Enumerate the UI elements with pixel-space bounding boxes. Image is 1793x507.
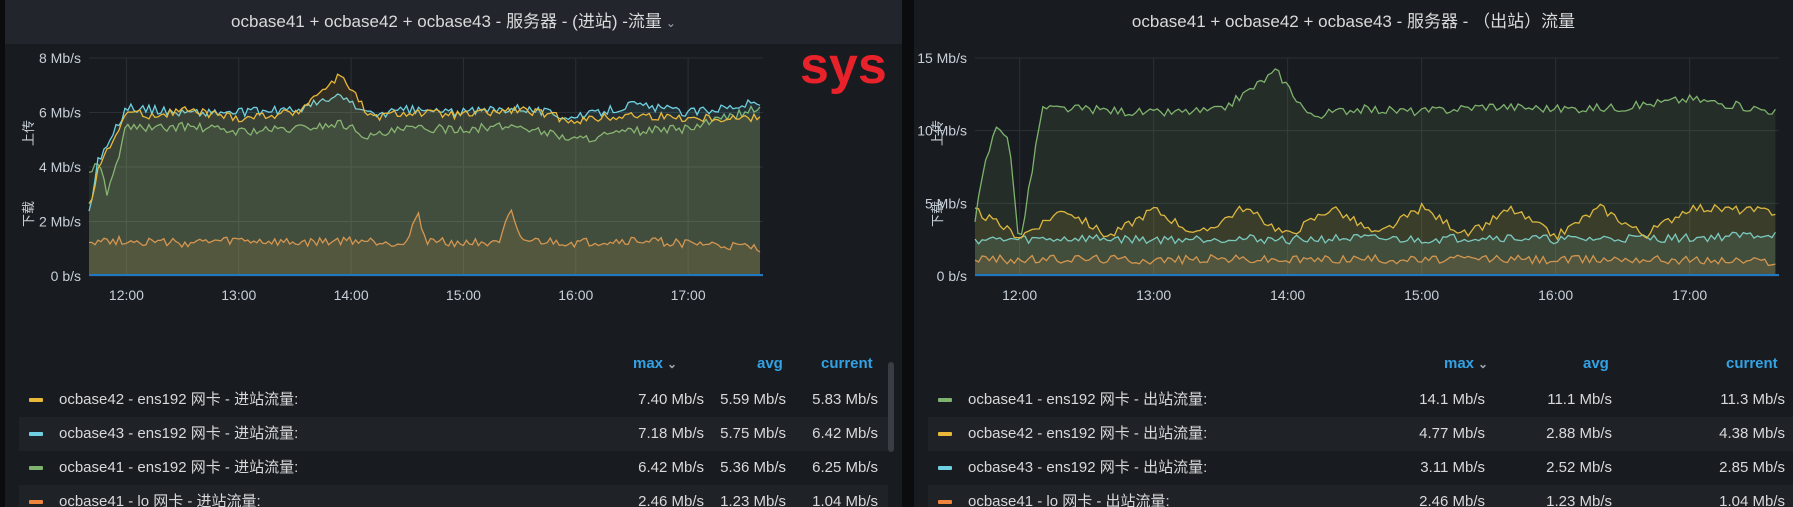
inbound-traffic-chart[interactable]: 0 b/s 2 Mb/s 4 Mb/s 6 Mb/s 8 Mb/s 12:00 13:00 1… xyxy=(5,44,902,384)
legend-row[interactable]: ocbase42 - ens192 网卡 - 出站流量: 4.77 Mb/s 2.8… xyxy=(928,417,1793,451)
panel-title[interactable]: ocbase41 + ocbase42 + ocbase43 - 服务器 - （… xyxy=(1132,12,1575,31)
y-axis-lower-label: 下载 xyxy=(930,201,945,227)
legend-row[interactable]: ocbase41 - lo 网卡 - 进站流量: 2.46 Mb/s 1.23 Mb… xyxy=(19,485,888,507)
series-name[interactable]: ocbase42 - ens192 网卡 - 出站流量: xyxy=(968,417,1207,451)
series-avg-value: 11.1 Mb/s xyxy=(1547,391,1612,408)
series-color-swatch[interactable] xyxy=(938,432,952,436)
y-tick-label: 4 Mb/s xyxy=(39,159,81,175)
x-tick-label: 16:00 xyxy=(558,287,593,303)
legend-header-current[interactable]: current xyxy=(821,355,873,377)
x-tick-label: 13:00 xyxy=(1136,287,1171,303)
legend-header-max[interactable]: max ⌄ xyxy=(633,355,677,377)
series-max-value: 4.77 Mb/s xyxy=(1419,425,1485,442)
x-tick-label: 14:00 xyxy=(334,287,369,303)
y-tick-label: 8 Mb/s xyxy=(39,50,81,66)
legend-row[interactable]: ocbase43 - ens192 网卡 - 进站流量: 7.18 Mb/s 5.7… xyxy=(19,417,888,451)
series-color-swatch[interactable] xyxy=(29,466,43,470)
series-max-value: 2.46 Mb/s xyxy=(1419,493,1485,507)
outbound-traffic-chart[interactable]: 0 b/s5 Mb/s10 Mb/s15 Mb/s12:00 13:00 14:00… xyxy=(914,44,1793,384)
inbound-traffic-panel: ocbase41 + ocbase42 + ocbase43 - 服务器 - (… xyxy=(5,0,902,507)
y-tick-label: 0 b/s xyxy=(51,268,81,284)
series-color-swatch[interactable] xyxy=(938,398,952,402)
series-avg-value: 5.75 Mb/s xyxy=(720,425,786,442)
series-current-value: 1.04 Mb/s xyxy=(1719,493,1785,507)
x-tick-label: 14:00 xyxy=(1270,287,1305,303)
series-name[interactable]: ocbase41 - ens192 网卡 - 出站流量: xyxy=(968,383,1207,417)
legend-row[interactable]: ocbase41 - lo 网卡 - 出站流量: 2.46 Mb/s 1.23 Mb… xyxy=(928,485,1793,507)
series-color-swatch[interactable] xyxy=(938,500,952,504)
sort-desc-icon[interactable]: ⌄ xyxy=(1478,357,1488,371)
y-axis-lower-label: 下载 xyxy=(21,201,36,227)
series-current-value: 2.85 Mb/s xyxy=(1719,459,1785,476)
x-tick-label: 17:00 xyxy=(671,287,706,303)
series-max-value: 3.11 Mb/s xyxy=(1420,459,1485,476)
y-tick-label: 0 b/s xyxy=(937,268,967,284)
series-area-fill xyxy=(89,74,760,276)
x-tick-label: 12:00 xyxy=(1002,287,1037,303)
series-name[interactable]: ocbase43 - ens192 网卡 - 出站流量: xyxy=(968,451,1207,485)
series-avg-value: 1.23 Mb/s xyxy=(720,493,786,507)
series-color-swatch[interactable] xyxy=(29,432,43,436)
sort-desc-icon[interactable]: ⌄ xyxy=(667,357,677,371)
series-avg-value: 5.59 Mb/s xyxy=(720,391,786,408)
x-tick-label: 12:00 xyxy=(109,287,144,303)
x-tick-label: 15:00 xyxy=(446,287,481,303)
series-current-value: 6.42 Mb/s xyxy=(812,425,878,442)
outbound-traffic-panel: ocbase41 + ocbase42 + ocbase43 - 服务器 - （… xyxy=(914,0,1793,507)
series-max-value: 7.40 Mb/s xyxy=(638,391,704,408)
panel-title[interactable]: ocbase41 + ocbase42 + ocbase43 - 服务器 - (… xyxy=(231,12,662,31)
series-current-value: 5.83 Mb/s xyxy=(812,391,878,408)
y-axis-upper-label: 上传 xyxy=(21,120,36,146)
x-tick-label: 17:00 xyxy=(1672,287,1707,303)
series-avg-value: 5.36 Mb/s xyxy=(720,459,786,476)
panel-title-header[interactable]: ocbase41 + ocbase42 + ocbase43 - 服务器 - (… xyxy=(5,0,902,44)
legend-row[interactable]: ocbase42 - ens192 网卡 - 进站流量: 7.40 Mb/s 5.5… xyxy=(19,383,888,417)
series-avg-value: 2.52 Mb/s xyxy=(1546,459,1612,476)
series-current-value: 6.25 Mb/s xyxy=(812,459,878,476)
legend-row[interactable]: ocbase41 - ens192 网卡 - 进站流量: 6.42 Mb/s 5.3… xyxy=(19,451,888,485)
panel-divider xyxy=(902,0,914,507)
series-current-value: 4.38 Mb/s xyxy=(1719,425,1785,442)
series-avg-value: 1.23 Mb/s xyxy=(1546,493,1612,507)
series-color-swatch[interactable] xyxy=(29,398,43,402)
legend-header-current[interactable]: current xyxy=(1726,355,1778,377)
chevron-down-icon[interactable]: ⌄ xyxy=(666,16,676,30)
series-area-fill xyxy=(975,68,1776,277)
x-tick-label: 13:00 xyxy=(221,287,256,303)
series-current-value: 11.3 Mb/s xyxy=(1720,391,1785,408)
x-tick-label: 16:00 xyxy=(1538,287,1573,303)
x-tick-label: 15:00 xyxy=(1404,287,1439,303)
series-max-value: 6.42 Mb/s xyxy=(638,459,704,476)
series-max-value: 2.46 Mb/s xyxy=(638,493,704,507)
series-name[interactable]: ocbase43 - ens192 网卡 - 进站流量: xyxy=(59,417,298,451)
series-name[interactable]: ocbase41 - lo 网卡 - 进站流量: xyxy=(59,485,261,507)
legend-header-avg[interactable]: avg xyxy=(1583,355,1609,377)
series-color-swatch[interactable] xyxy=(29,500,43,504)
y-tick-label: 2 Mb/s xyxy=(39,214,81,230)
series-name[interactable]: ocbase41 - ens192 网卡 - 进站流量: xyxy=(59,451,298,485)
legend-row[interactable]: ocbase43 - ens192 网卡 - 出站流量: 3.11 Mb/s 2.5… xyxy=(928,451,1793,485)
series-max-value: 14.1 Mb/s xyxy=(1419,391,1485,408)
y-tick-label: 15 Mb/s xyxy=(917,50,967,66)
series-max-value: 7.18 Mb/s xyxy=(638,425,704,442)
series-avg-value: 2.88 Mb/s xyxy=(1546,425,1612,442)
series-name[interactable]: ocbase41 - lo 网卡 - 出站流量: xyxy=(968,485,1170,507)
series-name[interactable]: ocbase42 - ens192 网卡 - 进站流量: xyxy=(59,383,298,417)
legend-header-max[interactable]: max ⌄ xyxy=(1444,355,1488,377)
legend-scrollbar[interactable] xyxy=(888,362,894,452)
panel-title-header[interactable]: ocbase41 + ocbase42 + ocbase43 - 服务器 - （… xyxy=(914,0,1793,44)
legend-row[interactable]: ocbase41 - ens192 网卡 - 出站流量: 14.1 Mb/s 11.… xyxy=(928,383,1793,417)
y-axis-upper-label: 上传 xyxy=(930,120,945,146)
series-color-swatch[interactable] xyxy=(938,466,952,470)
y-tick-label: 6 Mb/s xyxy=(39,105,81,121)
series-current-value: 1.04 Mb/s xyxy=(812,493,878,507)
legend-header-avg[interactable]: avg xyxy=(757,355,783,377)
